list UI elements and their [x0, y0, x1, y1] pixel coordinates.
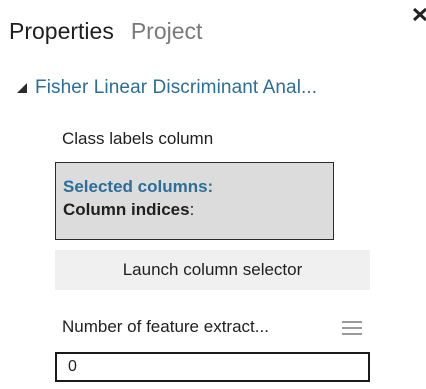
- close-icon[interactable]: [413, 8, 426, 28]
- hamburger-menu-icon[interactable]: [342, 320, 362, 336]
- column-indices-colon: :: [189, 200, 195, 219]
- feature-extractors-input[interactable]: [55, 352, 370, 382]
- module-section-header[interactable]: Fisher Linear Discriminant Anal...: [16, 77, 317, 99]
- column-selection-summary[interactable]: Selected columns: Column indices:: [55, 162, 334, 240]
- properties-panel: Properties Project Fisher Linear Discrim…: [0, 0, 426, 389]
- tab-project[interactable]: Project: [131, 14, 203, 48]
- feature-extractors-label: Number of feature extract...: [62, 317, 269, 336]
- tab-properties[interactable]: Properties: [9, 14, 114, 48]
- column-indices-label: Column indices: [63, 200, 190, 219]
- selected-columns-label: Selected columns:: [63, 177, 214, 196]
- launch-column-selector-button[interactable]: Launch column selector: [55, 250, 370, 290]
- column-indices-line: Column indices:: [63, 198, 333, 221]
- class-labels-column-label: Class labels column: [62, 129, 214, 148]
- triangle-expanded-icon[interactable]: [16, 82, 28, 94]
- module-title: Fisher Linear Discriminant Anal...: [35, 77, 318, 98]
- tab-bar: Properties Project: [9, 14, 202, 48]
